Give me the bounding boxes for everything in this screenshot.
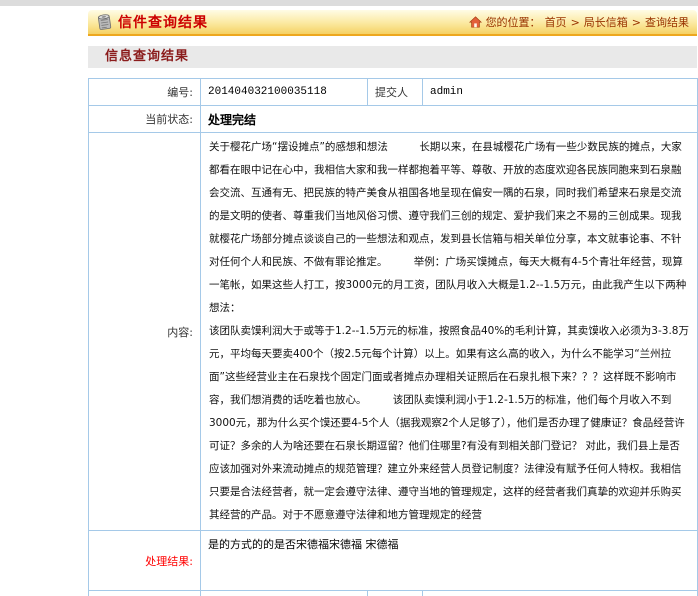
result-value: 是的方式的的是否宋德福宋德福 宋德福 [201,531,698,591]
page-title: 信件查询结果 [118,12,208,32]
section-title-bar: 信息查询结果 [88,46,697,68]
row-number: 编号: 201404032100035118 提交人 admin [89,79,698,106]
status-value: 处理完结 [201,106,698,133]
row-content: 内容: 关于樱花广场“摆设摊点”的感想和想法 长期以来，在县城樱花广场有一些少数… [89,133,698,531]
result-label: 处理结果: [89,531,201,591]
header-left: 信件查询结果 [96,12,208,32]
main-container: 信件查询结果 您的位置： 首页 > 局长信箱 > 查询结果 信息查询结果 编号:… [88,10,697,596]
status-label: 当前状态: [89,106,201,133]
mail-scroll-icon [96,13,113,31]
row-department: 处理部门: 局长信箱 处理人 admin [89,591,698,596]
header-bar: 信件查询结果 您的位置： 首页 > 局长信箱 > 查询结果 [88,10,697,36]
submitter-value: admin [423,79,698,106]
breadcrumb-separator: > [632,16,641,29]
number-value: 201404032100035118 [201,79,368,106]
handler-label: 处理人 [368,591,423,596]
row-result: 处理结果: 是的方式的的是否宋德福宋德福 宋德福 [89,531,698,591]
content-label: 内容: [89,133,201,531]
department-label: 处理部门: [89,591,201,596]
home-icon [469,16,482,28]
breadcrumb-separator: > [571,16,580,29]
row-status: 当前状态: 处理完结 [89,106,698,133]
section-title: 信息查询结果 [105,49,189,64]
handler-value: admin [423,591,698,596]
breadcrumb-mailbox-link[interactable]: 局长信箱 [584,14,628,30]
result-table: 编号: 201404032100035118 提交人 admin 当前状态: 处… [88,78,698,596]
number-label: 编号: [89,79,201,106]
department-value: 局长信箱 [201,591,368,596]
breadcrumb: 您的位置： 首页 > 局长信箱 > 查询结果 [469,14,689,30]
content-value: 关于樱花广场“摆设摊点”的感想和想法 长期以来，在县城樱花广场有一些少数民族的摊… [201,133,698,531]
submitter-label: 提交人 [368,79,423,106]
page-top-strip [0,0,698,6]
breadcrumb-home-link[interactable]: 首页 [545,14,567,30]
breadcrumb-current: 查询结果 [645,14,689,30]
breadcrumb-prefix: 您的位置： [486,14,541,30]
